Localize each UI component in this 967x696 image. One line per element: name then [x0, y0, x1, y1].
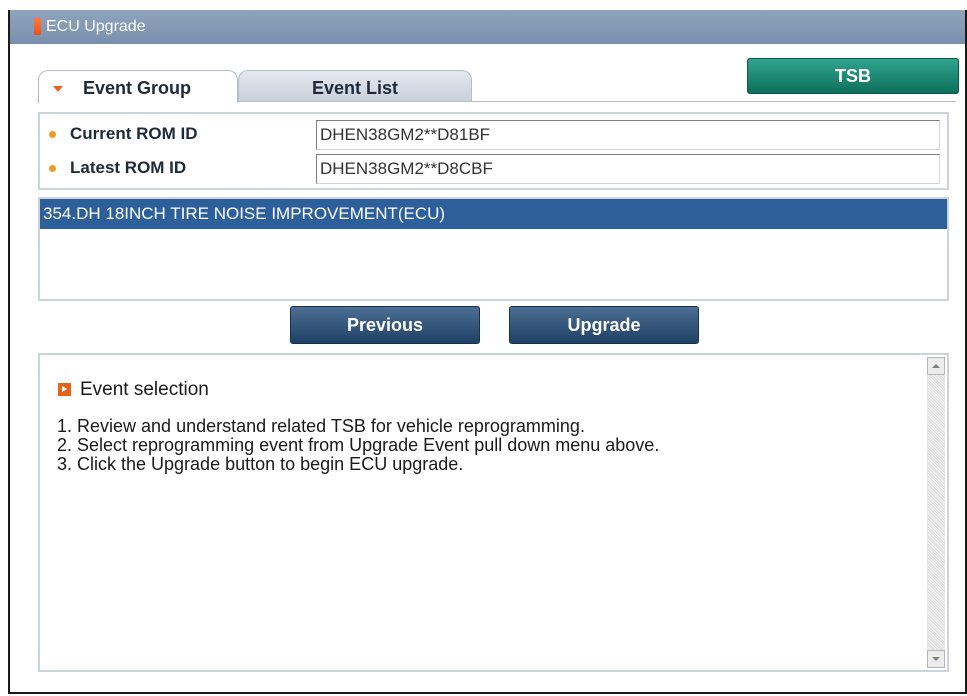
ecu-upgrade-window: ECU Upgrade Event Group Event List TSB C…: [8, 10, 967, 694]
current-rom-field[interactable]: DHEN38GM2**D81BF: [316, 120, 940, 150]
instructions-panel: Event selection 1. Review and understand…: [38, 353, 949, 672]
instruction-step: 2. Select reprogramming event from Upgra…: [57, 435, 660, 455]
vertical-scrollbar[interactable]: [927, 357, 945, 668]
latest-rom-label: Latest ROM ID: [70, 158, 187, 177]
current-rom-row: Current ROM ID DHEN38GM2**D81BF: [40, 118, 947, 150]
list-item[interactable]: 354.DH 18INCH TIRE NOISE IMPROVEMENT(ECU…: [40, 199, 947, 229]
bullet-icon: [49, 165, 56, 172]
rom-id-panel: Current ROM ID DHEN38GM2**D81BF Latest R…: [38, 112, 949, 190]
triangle-down-icon: [53, 86, 63, 92]
bullet-icon: [49, 131, 56, 138]
tsb-button[interactable]: TSB: [747, 58, 959, 94]
tab-event-list-label: Event List: [311, 78, 399, 98]
instruction-step: 1. Review and understand related TSB for…: [57, 416, 585, 436]
tab-event-group[interactable]: Event Group: [38, 70, 238, 103]
tab-event-group-label: Event Group: [83, 78, 192, 98]
instructions-text: 1. Review and understand related TSB for…: [57, 417, 659, 474]
window-icon: [34, 18, 41, 35]
event-listbox[interactable]: 354.DH 18INCH TIRE NOISE IMPROVEMENT(ECU…: [38, 197, 949, 301]
title-bar: ECU Upgrade: [10, 10, 965, 44]
scroll-up-arrow-icon[interactable]: [927, 357, 945, 375]
scroll-down-arrow-icon[interactable]: [927, 650, 945, 668]
instructions-heading: Event selection: [58, 379, 209, 401]
current-rom-label: Current ROM ID: [70, 124, 198, 143]
instruction-step: 3. Click the Upgrade button to begin ECU…: [57, 454, 464, 474]
latest-rom-row: Latest ROM ID DHEN38GM2**D8CBF: [40, 152, 947, 184]
latest-rom-field[interactable]: DHEN38GM2**D8CBF: [316, 154, 940, 184]
window-title: ECU Upgrade: [46, 18, 146, 35]
previous-button[interactable]: Previous: [290, 306, 480, 344]
instructions-heading-text: Event selection: [80, 379, 209, 400]
tab-event-list[interactable]: Event List: [238, 70, 472, 102]
play-arrow-icon: [58, 383, 71, 396]
upgrade-button[interactable]: Upgrade: [509, 306, 699, 344]
